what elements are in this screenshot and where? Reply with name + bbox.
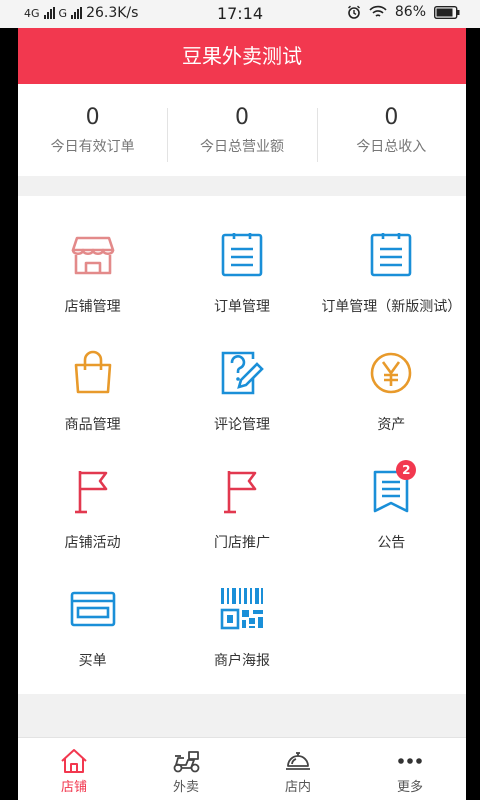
menu-label: 商品管理 <box>64 417 121 433</box>
tab-more[interactable]: 更多 <box>354 738 466 800</box>
wifi-icon <box>369 5 387 17</box>
stat-label: 今日总收入 <box>356 139 427 155</box>
order-list-icon <box>371 233 412 277</box>
menu-review-management[interactable]: 评论管理 <box>167 328 316 446</box>
home-icon <box>61 749 87 773</box>
page-title: 豆果外卖测试 <box>18 28 466 84</box>
menu-label: 评论管理 <box>213 417 270 433</box>
tab-store[interactable]: 店铺 <box>18 738 130 800</box>
more-icon <box>398 758 422 764</box>
menu-label: 公告 <box>377 535 406 551</box>
tab-label: 店铺 <box>60 780 87 795</box>
menu-pay-bill[interactable]: 买单 <box>18 564 167 682</box>
yen-coin-icon <box>371 352 412 394</box>
review-edit-icon <box>221 351 264 395</box>
menu-assets[interactable]: 资产 <box>317 328 466 446</box>
menu-label: 店铺活动 <box>64 535 121 551</box>
menu-store-management[interactable]: 店铺管理 <box>18 210 167 328</box>
menu-order-management[interactable]: 订单管理 <box>167 210 316 328</box>
menu-label: 买单 <box>78 653 107 669</box>
qr-code-icon <box>220 588 263 630</box>
menu-merchant-poster[interactable]: 商户海报 <box>167 564 316 682</box>
flag-icon <box>74 471 107 514</box>
menu-label: 资产 <box>377 417 406 433</box>
stat-total-income[interactable]: 0 今日总收入 <box>316 104 466 162</box>
menu-label: 商户海报 <box>213 653 270 669</box>
menu-order-management-new[interactable]: 订单管理（新版测试） <box>317 210 466 328</box>
stat-label: 今日有效订单 <box>50 139 135 155</box>
stat-total-revenue[interactable]: 0 今日总营业额 <box>167 104 316 162</box>
tab-label: 更多 <box>396 780 423 795</box>
menu-product-management[interactable]: 商品管理 <box>18 328 167 446</box>
tab-label: 店内 <box>284 780 311 795</box>
status-bar: 4G G 26.3K/s 17:14 86% <box>0 0 480 28</box>
menu-label: 门店推广 <box>213 535 270 551</box>
battery-icon <box>434 5 460 19</box>
tab-takeout[interactable]: 外卖 <box>130 738 242 800</box>
stat-label: 今日总营业额 <box>199 139 284 155</box>
menu-announcement[interactable]: 2 公告 <box>317 446 466 564</box>
menu-label: 店铺管理 <box>64 299 121 315</box>
today-stats: 0 今日有效订单 0 今日总营业额 0 今日总收入 <box>18 84 466 176</box>
order-list-icon <box>221 233 263 277</box>
menu-store-activities[interactable]: 店铺活动 <box>18 446 167 564</box>
battery-percent: 86% <box>394 4 426 20</box>
app-screen: 豆果外卖测试 0 今日有效订单 0 今日总营业额 0 今日总收入 店铺管理 订单… <box>18 28 466 800</box>
cloche-icon <box>286 752 310 770</box>
card-icon <box>70 591 115 627</box>
stat-value: 0 <box>85 105 100 130</box>
stat-value: 0 <box>384 105 399 130</box>
stat-valid-orders[interactable]: 0 今日有效订单 <box>18 104 167 156</box>
store-icon <box>71 236 114 275</box>
tab-label: 外卖 <box>172 780 199 795</box>
alarm-icon <box>347 5 360 19</box>
scooter-icon <box>173 751 200 773</box>
tab-dine-in[interactable]: 店内 <box>242 738 354 800</box>
bottom-tab-bar: 店铺 外卖 店内 更多 <box>18 737 466 800</box>
menu-label: 订单管理（新版测试） <box>321 299 462 315</box>
system-status: 86% <box>347 4 460 20</box>
menu-label: 订单管理 <box>213 299 270 315</box>
menu-store-promotion[interactable]: 门店推广 <box>167 446 316 564</box>
flag-icon <box>223 471 257 514</box>
stat-value: 0 <box>234 105 249 130</box>
function-grid: 店铺管理 订单管理 订单管理（新版测试） 商品管理 评论管理 资产 店铺活动 门… <box>18 196 466 694</box>
shopping-bag-icon <box>74 350 111 394</box>
